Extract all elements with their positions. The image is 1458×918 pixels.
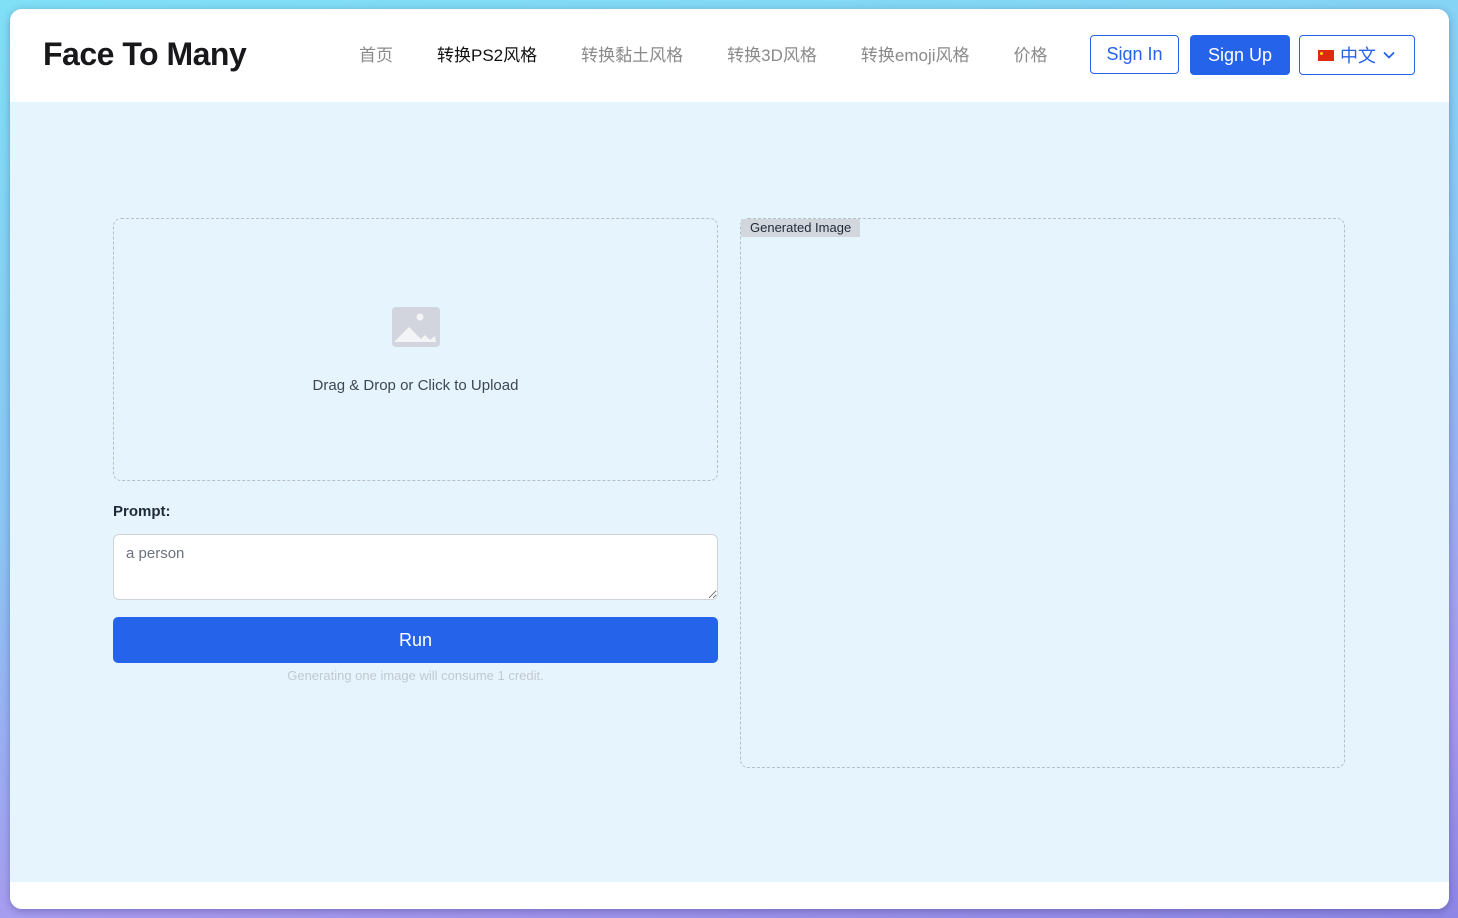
run-button[interactable]: Run: [113, 617, 718, 663]
upload-instructions: Drag & Drop or Click to Upload: [312, 377, 519, 394]
credit-note: Generating one image will consume 1 cred…: [287, 668, 544, 683]
nav-item-home[interactable]: 首页: [359, 44, 393, 68]
sign-in-button[interactable]: Sign In: [1090, 35, 1179, 74]
main-nav: 首页 转换PS2风格 转换黏土风格 转换3D风格 转换emoji风格 价格: [359, 44, 1092, 68]
image-icon: [392, 307, 440, 347]
browser-window: Face To Many 首页 转换PS2风格 转换黏土风格 转换3D风格 转换…: [10, 9, 1449, 909]
prompt-input[interactable]: a person: [113, 534, 718, 600]
generated-image-label: Generated Image: [741, 219, 861, 237]
chevron-down-icon: [1383, 52, 1395, 59]
sign-up-button[interactable]: Sign Up: [1190, 35, 1290, 75]
image-upload-dropzone[interactable]: Drag & Drop or Click to Upload: [113, 218, 718, 481]
site-footer: [10, 882, 1449, 909]
language-select[interactable]: 中文: [1299, 35, 1415, 75]
nav-item-ps2-style[interactable]: 转换PS2风格: [437, 44, 537, 68]
china-flag-icon: [1318, 49, 1334, 61]
nav-item-pricing[interactable]: 价格: [1014, 44, 1048, 68]
site-header: Face To Many 首页 转换PS2风格 转换黏土风格 转换3D风格 转换…: [10, 9, 1449, 102]
prompt-label: Prompt:: [113, 503, 171, 520]
nav-item-clay-style[interactable]: 转换黏土风格: [581, 44, 683, 68]
site-logo[interactable]: Face To Many: [43, 36, 247, 73]
language-label: 中文: [1340, 46, 1376, 66]
main-content: Drag & Drop or Click to Upload Prompt: a…: [10, 102, 1449, 882]
nav-item-3d-style[interactable]: 转换3D风格: [727, 44, 817, 68]
nav-item-emoji-style[interactable]: 转换emoji风格: [861, 44, 970, 68]
generated-image-panel: Generated Image: [740, 218, 1345, 768]
